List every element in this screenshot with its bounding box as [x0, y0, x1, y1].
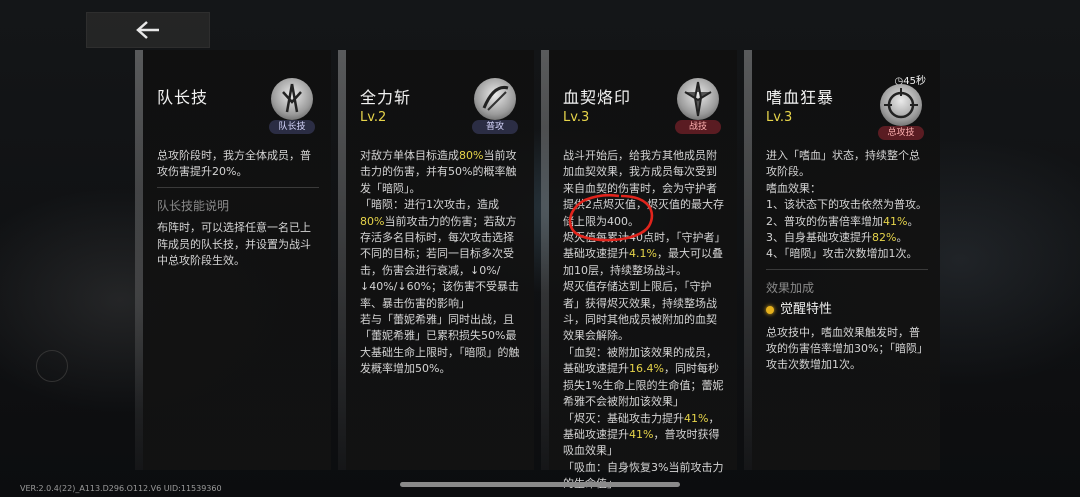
skill-card-bloodlust: 嗜血狂暴 Lv.3 ◷45秒 总攻技 进入「嗜血」状态，持续整个总攻阶段。 嗜血… — [744, 50, 940, 470]
skill-description: 总攻阶段时，我方全体成员，普攻伤害提升20%。 — [157, 149, 311, 179]
skill-description-1: 战斗开始后，给我方其他成员附加血契效果，我方成员每次受到来自血契的伤害时，会为守… — [563, 149, 724, 228]
skill-description-2: 嗜血效果： — [766, 181, 821, 195]
skill-tag: 总攻技 — [878, 126, 924, 140]
skill-description-1: 对敌方单体目标造成80%当前攻击力的伤害，并有50%的概率触发「暗陨」。 — [360, 149, 517, 195]
skill-description-3: 若与「蕾妮希雅」同时出战，且「蕾妮希雅」已累积损失50%最大基础生命上限时，「暗… — [360, 313, 520, 376]
skill-level: Lv.3 — [766, 110, 793, 125]
divider — [766, 268, 928, 270]
skill-description-1: 进入「嗜血」状态，持续整个总攻阶段。 — [766, 149, 920, 179]
skill-title: 全力斩 — [360, 88, 412, 107]
awaken-dot-icon — [766, 306, 774, 315]
skill-description-6: 「吸血：自身恢复3%当前攻击力的生命值」 — [563, 460, 724, 490]
effect-line-3: 3、自身基础攻速提升82%。 — [766, 231, 908, 245]
skill-level: Lv.3 — [563, 110, 590, 125]
decorative-circle — [36, 350, 68, 382]
awaken-trait: 觉醒特性 — [766, 302, 928, 318]
effect-line-4: 4、「暗陨」攻击次数增加1次。 — [766, 247, 918, 261]
effect-line-1: 1、该状态下的攻击依然为普攻。 — [766, 198, 927, 212]
bloodlust-icon: 总攻技 — [874, 84, 928, 142]
home-indicator[interactable] — [400, 482, 680, 487]
back-button[interactable] — [86, 12, 210, 48]
sub-description: 布阵时，可以选择任意一名已上阵成员的队长技，并设置为战斗中总攻阶段生效。 — [157, 221, 311, 268]
captain-skill-icon: 队长技 — [265, 78, 319, 136]
skill-card-full-slash: 全力斩 Lv.2 普攻 对敌方单体目标造成80%当前攻击力的伤害，并有50%的概… — [338, 50, 534, 470]
back-arrow-icon — [136, 21, 159, 39]
skill-tag: 队长技 — [269, 120, 315, 134]
slash-skill-icon: 普攻 — [468, 78, 522, 136]
effect-line-2: 2、普攻的伤害倍率增加41%。 — [766, 214, 919, 228]
skill-card-captain: 队长技 队长技 总攻阶段时，我方全体成员，普攻伤害提升20%。 队长技能说明 布… — [135, 50, 331, 470]
skill-tag: 战技 — [675, 120, 721, 134]
skill-description-5: 「烬灭：基础攻击力提升41%，基础攻速提升41%，普攻时获得吸血效果」 — [563, 411, 720, 458]
awaken-description: 总攻技中，嗜血效果触发时，普攻的伤害倍率增加30%；「暗陨」攻击次数增加1次。 — [766, 325, 928, 372]
skill-title: 队长技 — [157, 88, 209, 107]
awaken-title: 觉醒特性 — [780, 302, 833, 318]
skill-tag: 普攻 — [472, 120, 518, 134]
divider — [157, 186, 319, 188]
skill-card-blood-pact: 血契烙印 Lv.3 战技 战斗开始后，给我方其他成员附加血契效果，我方成员每次受… — [541, 50, 737, 490]
skill-description-2: 烬灭值每累计40点时，「守护者」基础攻速提升4.1%，最大可以叠加10层，持续整… — [563, 231, 723, 277]
version-info: VER:2.0.4(22)_A113.D296.O112.V6 UID:1153… — [20, 484, 222, 493]
skill-level: Lv.2 — [360, 110, 387, 125]
blood-pact-icon: 战技 — [671, 78, 725, 136]
skill-description-3: 烬灭值存储达到上限后，「守护者」获得烬灭效果，持续整场战斗，同时其他成员被附加的… — [563, 280, 717, 343]
subtitle: 效果加成 — [766, 280, 815, 295]
skill-title: 血契烙印 — [563, 88, 632, 107]
skill-title: 嗜血狂暴 — [766, 88, 835, 107]
subtitle: 队长技能说明 — [157, 198, 230, 213]
skill-description-4: 「血契：被附加该效果的成员，基础攻速提升16.4%，同时每秒损失1%生命上限的生… — [563, 345, 724, 409]
skill-description-2: 「暗陨：进行1次攻击，造成80%当前攻击力的伤害；若敌方存活多名目标时，每次攻击… — [360, 198, 520, 310]
